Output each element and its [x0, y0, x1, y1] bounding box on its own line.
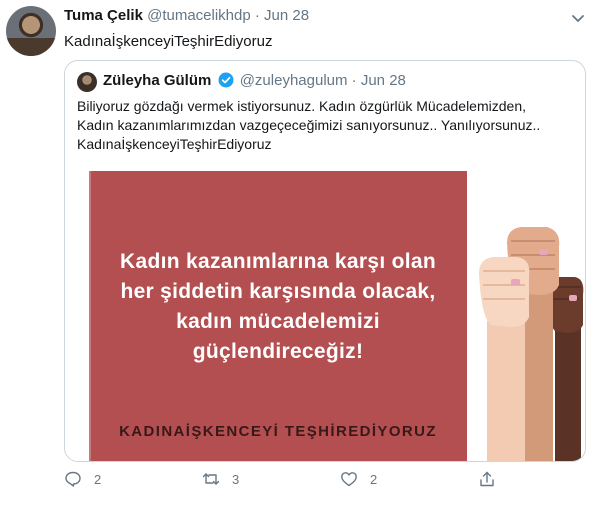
quoted-separator: ·	[347, 72, 361, 89]
quoted-author-name[interactable]: Züleyha Gülüm	[103, 72, 211, 89]
reply-icon[interactable]	[64, 470, 82, 488]
quoted-author-handle[interactable]: @zuleyhagulum	[240, 72, 348, 89]
author-name[interactable]: Tuma Çelik	[64, 7, 143, 24]
like-button[interactable]: 2	[340, 468, 377, 490]
reply-button[interactable]: 2	[64, 468, 101, 490]
slogan-line: kadın mücadelemizi	[176, 310, 380, 333]
quoted-author-avatar[interactable]	[77, 72, 97, 92]
tweet-header: Tuma Çelik @tumacelikhdp · Jun 28	[64, 7, 309, 24]
retweet-count: 3	[232, 471, 240, 487]
author-avatar[interactable]	[6, 6, 56, 56]
author-handle[interactable]: @tumacelikhdp	[147, 7, 251, 24]
tweet-actions-bar: 2 3 2	[64, 468, 584, 492]
quoted-media-image[interactable]: Kadın kazanımlarına karşı olan her şidde…	[65, 165, 585, 461]
retweet-button[interactable]: 3	[202, 468, 239, 490]
like-icon[interactable]	[340, 470, 358, 488]
slogan-line: her şiddetin karşısında olacak,	[120, 280, 436, 303]
quoted-tweet[interactable]: Züleyha Gülüm @zuleyhagulum · Jun 28 Bil…	[64, 60, 586, 462]
slogan-panel: Kadın kazanımlarına karşı olan her şidde…	[89, 171, 467, 461]
quoted-tweet-text: Biliyoruz gözdağı vermek istiyorsunuz. K…	[77, 97, 577, 154]
quoted-text-line: Kadın kazanımlarımızdan vazgeçeceğimizi …	[77, 117, 541, 133]
slogan-line: güçlendireceğiz!	[192, 340, 364, 363]
quoted-text-line: Biliyoruz gözdağı vermek istiyorsunuz. K…	[77, 98, 526, 114]
quoted-tweet-header: Züleyha Gülüm @zuleyhagulum · Jun 28	[103, 72, 406, 89]
raised-fists-illustration	[479, 227, 584, 461]
verified-badge-icon	[218, 72, 234, 88]
slogan-text: Kadın kazanımlarına karşı olan her şidde…	[89, 247, 467, 367]
tweet-text: KadınaİşkenceyiTeşhirEdiyoruz	[64, 33, 273, 50]
reply-count: 2	[94, 471, 102, 487]
quoted-date[interactable]: Jun 28	[361, 72, 406, 89]
retweet-icon[interactable]	[202, 470, 220, 488]
share-icon[interactable]	[478, 470, 496, 488]
chevron-down-icon[interactable]	[570, 10, 586, 26]
quoted-text-line: KadınaİşkenceyiTeşhirEdiyoruz	[77, 136, 272, 152]
tweet-date[interactable]: Jun 28	[264, 7, 309, 24]
slogan-line: Kadın kazanımlarına karşı olan	[120, 250, 436, 273]
share-button[interactable]	[478, 468, 508, 490]
header-separator: ·	[250, 7, 265, 24]
like-count: 2	[370, 471, 378, 487]
hashtag-banner: KADINAİŞKENCEYİ TEŞHİREDİYORUZ	[119, 423, 437, 440]
